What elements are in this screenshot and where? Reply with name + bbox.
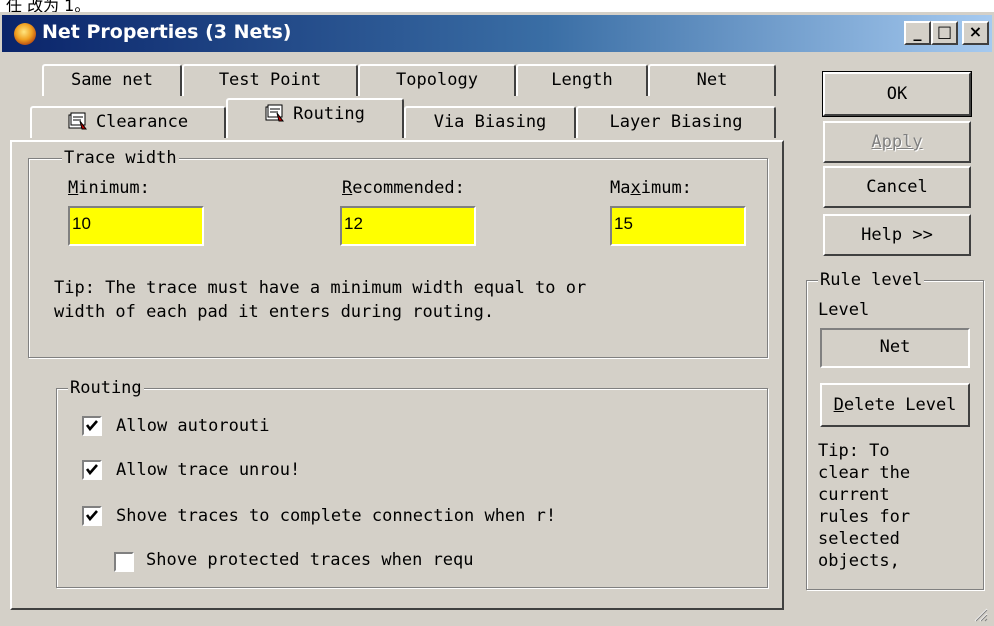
shove-traces-label: Shove traces to complete connection when…: [116, 506, 557, 526]
apply-button[interactable]: Apply: [823, 121, 971, 163]
shove-protected-traces-label: Shove protected traces when requ: [146, 550, 474, 570]
routing-tab-panel: Trace width Minimum: 10 Recommended: 12 …: [10, 140, 784, 610]
maximize-icon: □: [936, 22, 953, 41]
maximum-width-input[interactable]: 15: [610, 206, 746, 246]
tab-label: Clearance: [95, 112, 189, 132]
tab-label: Via Biasing: [433, 112, 547, 132]
maximum-label: Maximum:: [610, 178, 692, 198]
recommended-label: Recommended:: [342, 178, 465, 198]
checkmark-icon: [85, 464, 98, 476]
resize-grip-icon[interactable]: [972, 606, 988, 622]
routing-group-label: Routing: [68, 378, 144, 398]
allow-trace-unrouting-label: Allow trace unrou!: [116, 460, 301, 480]
tab-topology[interactable]: Topology: [358, 64, 516, 96]
tab-label: Layer Biasing: [609, 112, 743, 132]
level-label: Level: [818, 300, 870, 320]
allow-autorouting-label: Allow autorouti: [116, 416, 270, 436]
shove-protected-traces-checkbox[interactable]: [114, 552, 134, 572]
cancel-button[interactable]: Cancel: [823, 166, 971, 208]
checkmark-icon: [85, 420, 98, 432]
trace-width-tip-line1: Tip: The trace must have a minimum width…: [54, 278, 587, 298]
maximize-button[interactable]: □: [931, 21, 958, 45]
close-icon: ×: [968, 22, 983, 41]
close-button[interactable]: ×: [962, 21, 989, 45]
trace-width-group-label: Trace width: [62, 148, 179, 168]
tab-label: Net: [696, 70, 728, 90]
tab-label: Test Point: [218, 70, 322, 90]
tab-length[interactable]: Length: [516, 64, 648, 96]
delete-level-button[interactable]: Delete Level: [820, 383, 970, 427]
apply-label: Apply: [871, 132, 923, 152]
recommended-width-input[interactable]: 12: [340, 206, 476, 246]
allow-autorouting-checkbox[interactable]: [82, 416, 102, 436]
tab-label: Length: [551, 70, 613, 90]
tab-test-point[interactable]: Test Point: [182, 64, 358, 96]
allow-trace-unrouting-checkbox[interactable]: [82, 460, 102, 480]
tab-clearance[interactable]: Clearance: [30, 106, 226, 138]
minimize-icon: _: [913, 22, 922, 41]
app-flame-icon: [14, 23, 36, 45]
trace-width-tip-line2: width of each pad it enters during routi…: [54, 302, 495, 322]
tab-label: Routing: [293, 104, 365, 124]
tab-label: Same net: [71, 70, 153, 90]
level-value-box: Net: [820, 328, 970, 368]
tab-via-biasing[interactable]: Via Biasing: [404, 106, 576, 138]
minimum-label: Minimum:: [68, 178, 150, 198]
tab-net[interactable]: Net: [648, 64, 776, 96]
tab-layer-biasing[interactable]: Layer Biasing: [576, 106, 776, 138]
properties-icon: [265, 103, 285, 122]
rule-level-tip: Tip: To clear the current rules for sele…: [818, 441, 911, 571]
shove-traces-checkbox[interactable]: [82, 506, 102, 526]
properties-icon: [68, 111, 88, 130]
help-button[interactable]: Help >>: [823, 214, 971, 256]
tab-same-net[interactable]: Same net: [42, 64, 182, 96]
minimum-width-input[interactable]: 10: [68, 206, 204, 246]
tab-label: Topology: [396, 70, 478, 90]
tab-routing[interactable]: Routing: [226, 98, 404, 138]
rule-level-group-label: Rule level: [818, 270, 925, 290]
window-title: Net Properties (3 Nets): [42, 21, 292, 43]
checkmark-icon: [85, 510, 98, 522]
ok-button[interactable]: OK: [822, 71, 972, 117]
minimize-button[interactable]: _: [904, 21, 931, 45]
